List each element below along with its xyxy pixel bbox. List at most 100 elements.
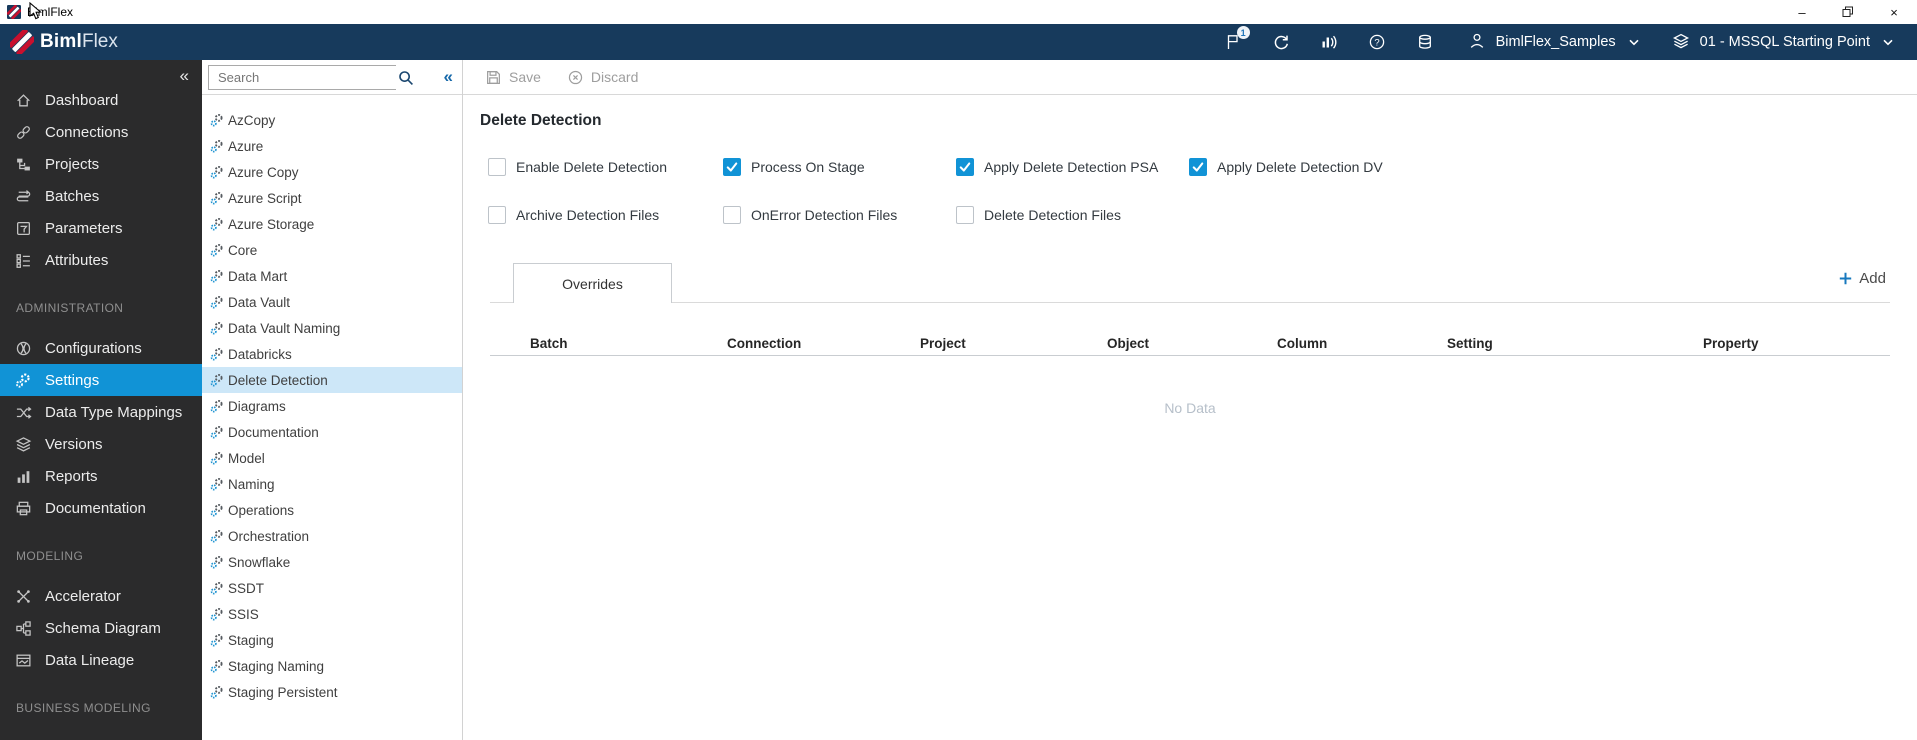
save-button[interactable]: Save (485, 69, 541, 86)
table-column-header[interactable]: Setting (1407, 336, 1663, 351)
settings-list-item[interactable]: Delete Detection (202, 367, 462, 393)
checkbox-label: Apply Delete Detection DV (1217, 159, 1383, 175)
header-actions: 1 ? BimlFlex_Samples 01 - MSSQL Starting… (1195, 26, 1917, 52)
settings-list-item[interactable]: Diagrams (202, 393, 462, 419)
printer-icon (15, 500, 32, 517)
environment-label: 01 - MSSQL Starting Point (1699, 34, 1870, 50)
sidebar-item-configurations[interactable]: Configurations (0, 332, 202, 364)
close-button[interactable]: × (1871, 0, 1917, 24)
refresh-button[interactable] (1271, 32, 1291, 52)
sidebar-item-connections[interactable]: Connections (0, 116, 202, 148)
notifications-button[interactable]: 1 (1223, 26, 1250, 52)
settings-item-label: SSDT (228, 580, 265, 596)
checkbox[interactable] (956, 158, 974, 176)
checkbox-field[interactable]: Apply Delete Detection DV (1189, 158, 1383, 176)
minimize-button[interactable]: – (1779, 0, 1825, 24)
settings-list-item[interactable]: Documentation (202, 419, 462, 445)
sidebar-item-parameters[interactable]: Parameters (0, 212, 202, 244)
database-button[interactable] (1415, 32, 1435, 52)
settings-list-item[interactable]: Model (202, 445, 462, 471)
settings-list-item[interactable]: Data Mart (202, 263, 462, 289)
sidebar-collapse-button[interactable]: « (180, 66, 189, 86)
sidebar-item-data-lineage[interactable]: Data Lineage (0, 644, 202, 676)
sidebar-item-attributes[interactable]: Attributes (0, 244, 202, 276)
table-column-header[interactable]: Property (1663, 336, 1890, 351)
table-column-header[interactable]: Column (1237, 336, 1407, 351)
checkbox-field[interactable]: Process On Stage (723, 158, 865, 176)
sidebar-item-versions[interactable]: Versions (0, 428, 202, 460)
search-icon[interactable] (398, 70, 414, 86)
sidebar-item-projects[interactable]: Projects (0, 148, 202, 180)
checkbox-field[interactable]: Enable Delete Detection (488, 158, 667, 176)
settings-list-item[interactable]: Naming (202, 471, 462, 497)
tab-overrides[interactable]: Overrides (513, 263, 672, 303)
settings-list-item[interactable]: SSDT (202, 575, 462, 601)
table-column-header[interactable]: Batch (490, 336, 687, 351)
checkbox[interactable] (956, 206, 974, 224)
checkbox-field[interactable]: Apply Delete Detection PSA (956, 158, 1158, 176)
settings-list-item[interactable]: Databricks (202, 341, 462, 367)
checkbox[interactable] (488, 158, 506, 176)
settings-item-label: Model (228, 450, 265, 466)
discard-button[interactable]: Discard (567, 69, 638, 86)
svg-text:?: ? (1374, 37, 1379, 48)
checkbox[interactable] (723, 158, 741, 176)
settings-item-label: Staging Persistent (228, 684, 338, 700)
sidebar-item-data-type-mappings[interactable]: Data Type Mappings (0, 396, 202, 428)
sidebar-item-dashboard[interactable]: Dashboard (0, 84, 202, 116)
home-icon (15, 92, 32, 109)
layers-icon (1671, 32, 1691, 52)
settings-item-label: Azure (228, 138, 264, 154)
add-button[interactable]: Add (1839, 270, 1886, 287)
settings-list-item[interactable]: Staging Persistent (202, 679, 462, 705)
checkbox-field[interactable]: OnError Detection Files (723, 206, 897, 224)
checkbox[interactable] (723, 206, 741, 224)
environment-menu[interactable]: 01 - MSSQL Starting Point (1671, 32, 1893, 52)
settings-list-item[interactable]: Data Vault Naming (202, 315, 462, 341)
sidebar-item-accelerator[interactable]: Accelerator (0, 580, 202, 612)
table-column-header[interactable]: Project (880, 336, 1067, 351)
account-menu[interactable]: BimlFlex_Samples (1467, 32, 1639, 52)
checkbox-field[interactable]: Delete Detection Files (956, 206, 1121, 224)
checkbox[interactable] (1189, 158, 1207, 176)
accelerator-icon (15, 588, 32, 605)
checkbox-label: Apply Delete Detection PSA (984, 159, 1159, 175)
settings-list-item[interactable]: Operations (202, 497, 462, 523)
panel-collapse-button[interactable]: « (444, 67, 453, 87)
settings-list-item[interactable]: Azure (202, 133, 462, 159)
settings-list-item[interactable]: Snowflake (202, 549, 462, 575)
sidebar-section-business-modeling: BUSINESS MODELING (16, 701, 151, 715)
settings-list-item[interactable]: Orchestration (202, 523, 462, 549)
help-button[interactable]: ? (1367, 32, 1387, 52)
settings-list-item[interactable]: AzCopy (202, 107, 462, 133)
settings-list-item[interactable]: Staging (202, 627, 462, 653)
settings-list-item[interactable]: Azure Storage (202, 211, 462, 237)
gear-duo-icon (210, 295, 224, 309)
settings-list-item[interactable]: Data Vault (202, 289, 462, 315)
analytics-button[interactable] (1319, 32, 1339, 52)
settings-list-item[interactable]: SSIS (202, 601, 462, 627)
sidebar-item-documentation[interactable]: Documentation (0, 492, 202, 524)
search-input[interactable] (209, 66, 398, 89)
gear-duo-icon (210, 555, 224, 569)
hierarchy-icon (15, 156, 32, 173)
checkbox-field[interactable]: Archive Detection Files (488, 206, 659, 224)
settings-item-label: Naming (228, 476, 275, 492)
sidebar-item-schema-diagram[interactable]: Schema Diagram (0, 612, 202, 644)
tab-strip-divider (490, 302, 1890, 303)
restore-button[interactable] (1825, 0, 1871, 24)
window-controls: – × (1779, 0, 1917, 24)
settings-list-item[interactable]: Azure Script (202, 185, 462, 211)
settings-list-item[interactable]: Azure Copy (202, 159, 462, 185)
table-column-header[interactable]: Connection (687, 336, 880, 351)
sidebar-item-reports[interactable]: Reports (0, 460, 202, 492)
gear-duo-icon (210, 399, 224, 413)
checkbox[interactable] (488, 206, 506, 224)
settings-list-item[interactable]: Staging Naming (202, 653, 462, 679)
add-button-label: Add (1859, 270, 1886, 287)
sidebar-item-settings[interactable]: Settings (0, 364, 202, 396)
table-column-header[interactable]: Object (1067, 336, 1237, 351)
settings-list-item[interactable]: Core (202, 237, 462, 263)
sidebar-item-batches[interactable]: Batches (0, 180, 202, 212)
settings-item-label: SSIS (228, 606, 259, 622)
